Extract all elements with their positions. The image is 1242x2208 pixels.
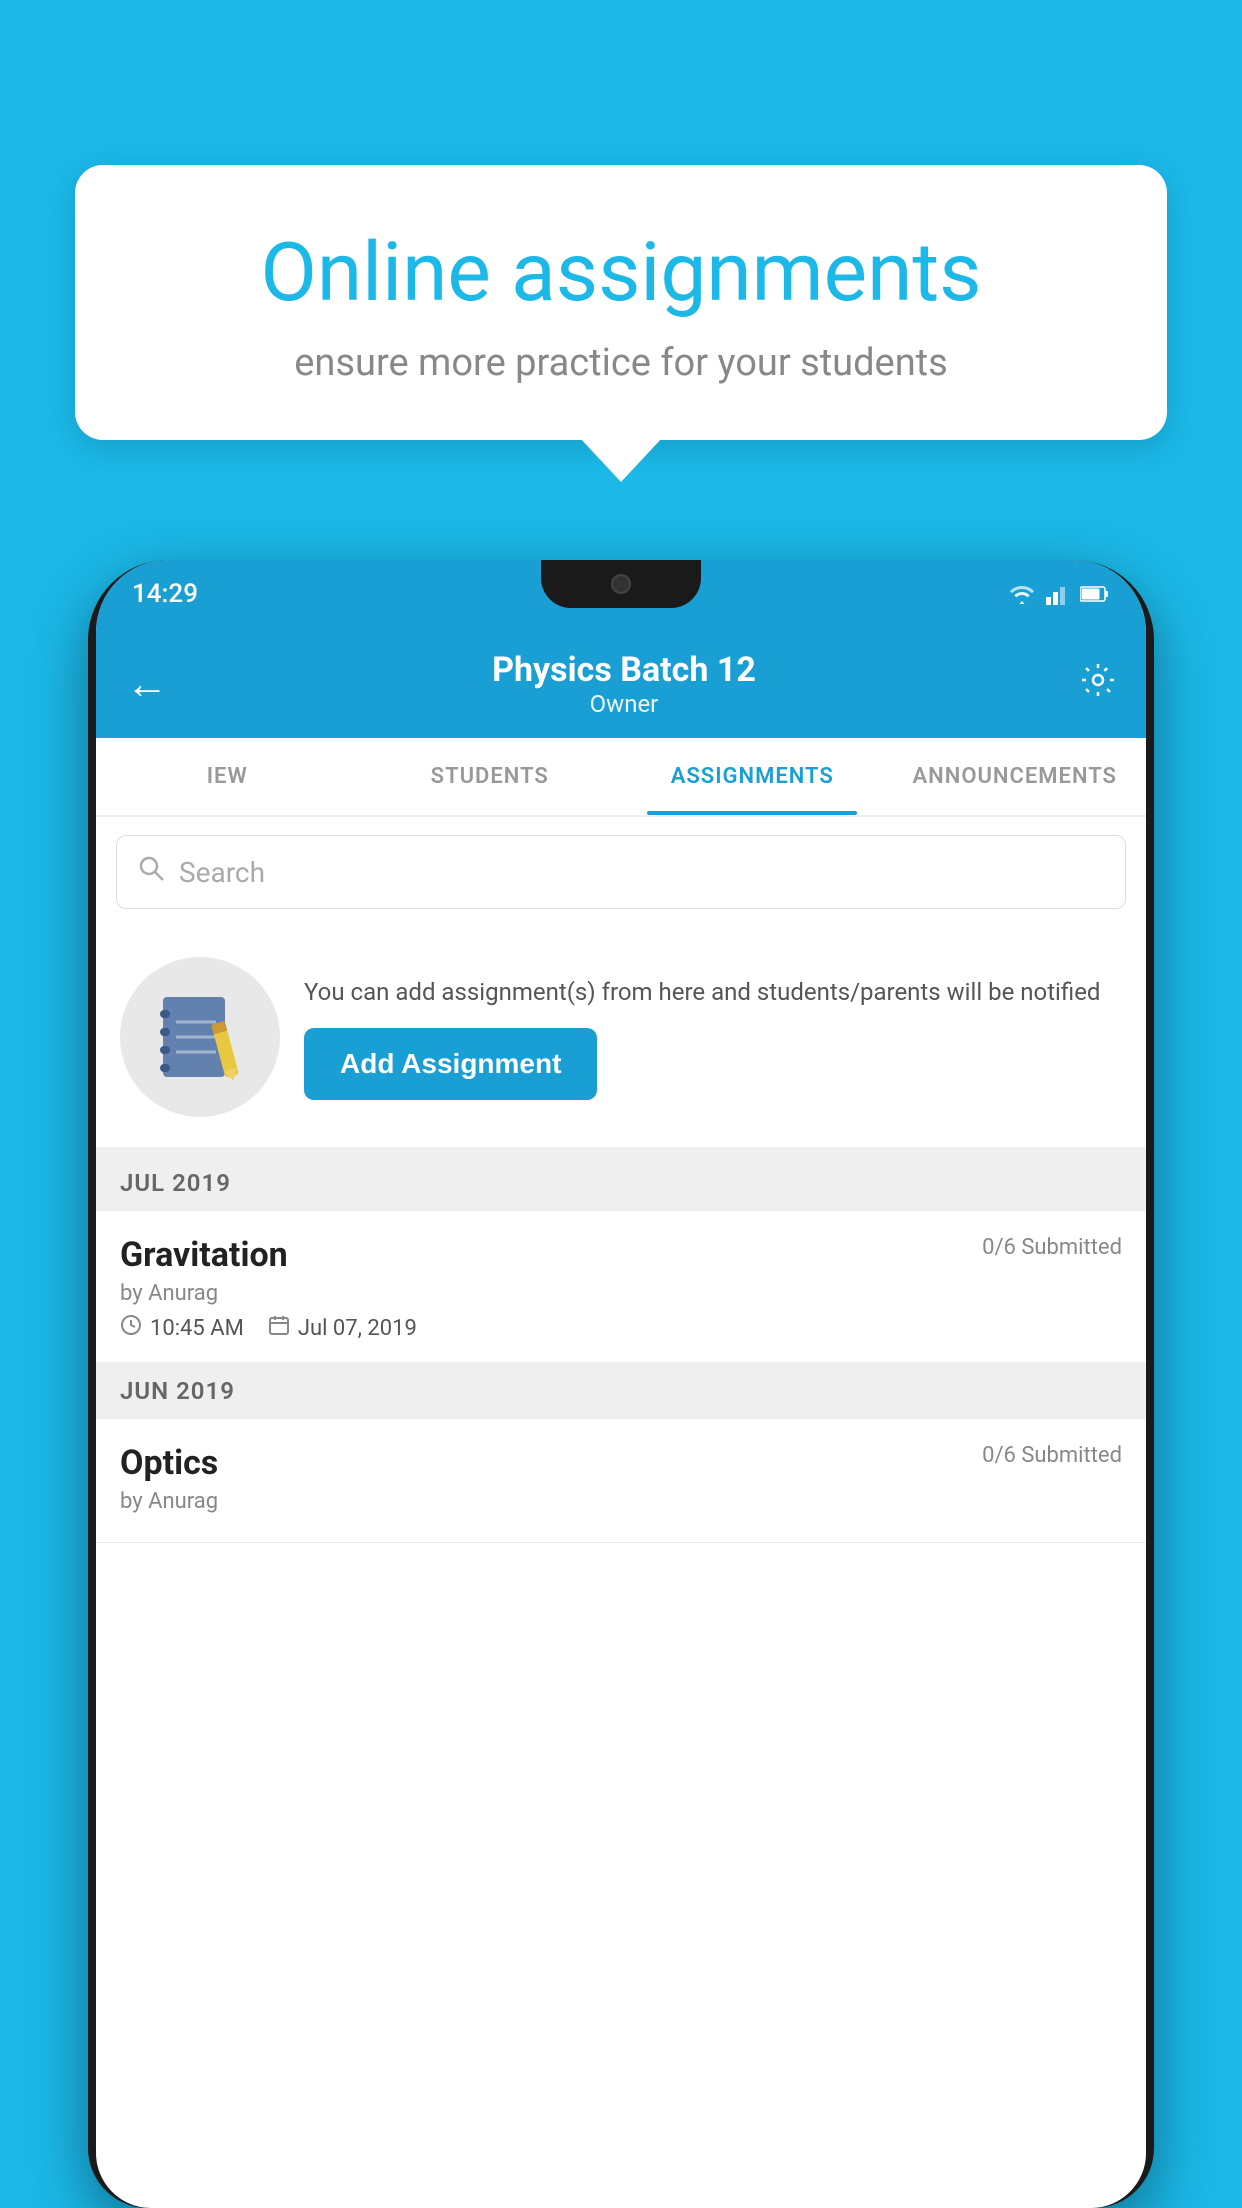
bubble-title: Online assignments [145,225,1097,321]
status-icons [1008,583,1110,605]
assignment-name-optics: Optics [120,1443,218,1483]
front-camera [611,574,631,594]
assignment-meta: 10:45 AM Jul 07, 2019 [120,1314,1122,1342]
promo-description: You can add assignment(s) from here and … [304,974,1122,1010]
header-center: Physics Batch 12 Owner [492,650,756,718]
promo-icon-circle [120,957,280,1117]
bubble-subtitle: ensure more practice for your students [145,341,1097,385]
status-bar: 14:29 [96,560,1146,628]
header-subtitle: Owner [492,690,756,718]
phone-frame: 14:29 [88,560,1154,2208]
header-title: Physics Batch 12 [492,650,756,690]
tab-students[interactable]: STUDENTS [359,738,622,815]
assignment-submitted: 0/6 Submitted [982,1235,1122,1260]
tabs-bar: IEW STUDENTS ASSIGNMENTS ANNOUNCEMENTS [96,738,1146,817]
wifi-icon [1008,583,1036,605]
promo-section: You can add assignment(s) from here and … [96,927,1146,1155]
tab-announcements[interactable]: ANNOUNCEMENTS [884,738,1147,815]
tab-assignments[interactable]: ASSIGNMENTS [621,738,884,815]
app-header: ← Physics Batch 12 Owner [96,628,1146,738]
assignment-by: by Anurag [120,1281,1122,1306]
search-placeholder: Search [179,856,265,889]
settings-button[interactable] [1080,662,1116,707]
meta-time: 10:45 AM [120,1314,244,1342]
assignment-name: Gravitation [120,1235,288,1275]
assignment-time: 10:45 AM [150,1316,244,1341]
assignment-date: Jul 07, 2019 [298,1316,417,1341]
signal-icon [1046,583,1070,605]
app-content: Search [96,817,1146,1543]
assignment-row: Gravitation 0/6 Submitted [120,1235,1122,1275]
assignment-row-optics: Optics 0/6 Submitted [120,1443,1122,1483]
section-header-jul: JUL 2019 [96,1155,1146,1211]
assignment-item-gravitation[interactable]: Gravitation 0/6 Submitted by Anurag 10:4… [96,1211,1146,1363]
notch [541,560,701,608]
meta-date: Jul 07, 2019 [268,1314,417,1342]
clock-icon [120,1314,142,1342]
notebook-icon [158,992,243,1082]
add-assignment-button[interactable]: Add Assignment [304,1028,597,1100]
promo-text: You can add assignment(s) from here and … [304,974,1122,1100]
search-bar[interactable]: Search [116,835,1126,909]
back-button[interactable]: ← [126,660,168,709]
tab-iew[interactable]: IEW [96,738,359,815]
search-icon [137,854,165,890]
calendar-icon [268,1314,290,1342]
status-time: 14:29 [132,579,198,609]
section-header-jun: JUN 2019 [96,1363,1146,1419]
assignment-item-optics[interactable]: Optics 0/6 Submitted by Anurag [96,1419,1146,1543]
assignment-by-optics: by Anurag [120,1489,1122,1514]
battery-icon [1080,585,1110,603]
speech-bubble: Online assignments ensure more practice … [75,165,1167,440]
phone-screen: 14:29 [96,560,1146,2208]
search-container: Search [96,817,1146,927]
assignment-submitted-optics: 0/6 Submitted [982,1443,1122,1468]
